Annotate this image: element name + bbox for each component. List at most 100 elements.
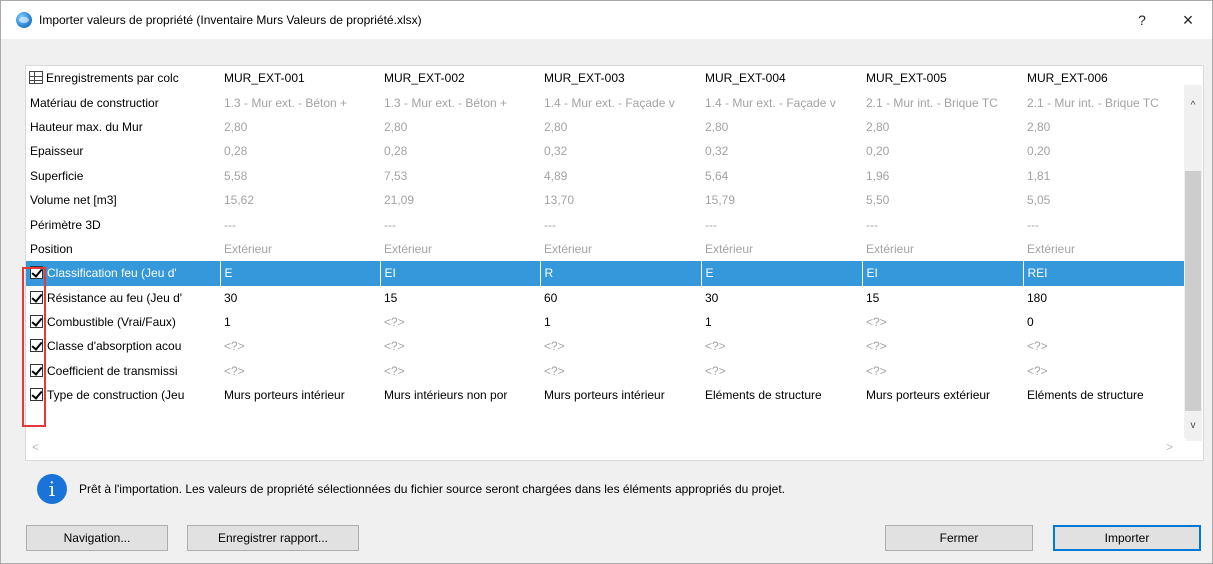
column-header[interactable]: MUR_EXT-002 (380, 66, 540, 91)
property-value[interactable]: Eléments de structure (701, 383, 862, 407)
property-label: Hauteur max. du Mur (30, 119, 143, 134)
property-row: Hauteur max. du Mur 2,80 2,80 2,80 2,80 2,80 2… (26, 115, 1186, 139)
property-label: Coefficient de transmissi (47, 363, 178, 378)
scroll-left-icon[interactable]: < (32, 440, 39, 454)
property-value: 2,80 (1027, 119, 1051, 134)
property-value[interactable]: E (220, 261, 381, 286)
property-value: 0,28 (384, 144, 408, 159)
help-button[interactable]: ? (1131, 9, 1153, 31)
property-value: 2,80 (384, 119, 408, 134)
property-value[interactable]: R (540, 261, 702, 286)
scroll-down-icon[interactable]: v (1188, 421, 1198, 431)
vertical-scrollbar[interactable]: ^ v (1184, 85, 1202, 441)
column-header[interactable]: MUR_EXT-001 (220, 66, 380, 91)
close-window-button[interactable]: × (1177, 9, 1199, 31)
property-value: 4,89 (544, 168, 568, 183)
import-row[interactable]: Type de construction (Jeu Murs porteurs i… (26, 383, 1186, 407)
property-value[interactable]: <?> (862, 334, 1023, 358)
property-value: 0,20 (1027, 144, 1051, 159)
property-value: 0,32 (705, 144, 729, 159)
column-header[interactable]: MUR_EXT-003 (540, 66, 701, 91)
property-label: Position (30, 241, 73, 256)
property-value: Extérieur (866, 241, 915, 256)
property-value[interactable]: E (701, 261, 863, 286)
property-row: Volume net [m3] 15,62 21,09 13,70 15,79 5,50 5… (26, 188, 1186, 212)
property-value[interactable]: <?> (701, 359, 862, 383)
status-message: Prêt à l'importation. Les valeurs de pro… (79, 482, 786, 496)
import-row[interactable]: Résistance au feu (Jeu d' 30 15 60 30 15 180 (26, 286, 1186, 310)
scroll-thumb[interactable] (1185, 171, 1201, 411)
property-value: 0,20 (866, 144, 890, 159)
property-value: 1,96 (866, 168, 890, 183)
property-value: Extérieur (544, 241, 593, 256)
scroll-right-icon[interactable]: > (1166, 440, 1173, 454)
property-value[interactable]: Murs porteurs intérieur (540, 383, 701, 407)
scroll-up-icon[interactable]: ^ (1188, 101, 1198, 111)
property-value[interactable]: 15 (380, 286, 540, 310)
property-value[interactable]: 1 (701, 310, 862, 334)
property-value[interactable]: 0 (1023, 310, 1186, 334)
property-value[interactable]: <?> (220, 359, 380, 383)
property-value[interactable]: <?> (380, 310, 540, 334)
import-row-label[interactable]: Coefficient de transmissi (26, 359, 220, 383)
column-header[interactable]: MUR_EXT-005 (862, 66, 1023, 91)
import-row[interactable]: Classe d'absorption acou <?> <?> <?> <?> <?> <… (26, 334, 1186, 358)
property-value[interactable]: Murs porteurs intérieur (220, 383, 380, 407)
property-value[interactable]: REI (1023, 261, 1186, 286)
import-row-label[interactable]: Classification feu (Jeu d' (26, 261, 221, 286)
property-label: Type de construction (Jeu (47, 388, 185, 403)
property-value[interactable]: Murs intérieurs non por (380, 383, 540, 407)
property-value[interactable]: <?> (862, 310, 1023, 334)
property-value[interactable]: EI (380, 261, 541, 286)
import-button[interactable]: Importer (1053, 525, 1201, 551)
property-value[interactable]: <?> (540, 334, 701, 358)
column-header[interactable]: MUR_EXT-006 (1023, 66, 1186, 91)
property-value[interactable]: <?> (540, 359, 701, 383)
property-row: Superficie 5,58 7,53 4,89 5,64 1,96 1,81 (26, 164, 1186, 188)
import-row-label[interactable]: Classe d'absorption acou (26, 334, 220, 358)
property-value: 2.1 - Mur int. - Brique TC (866, 95, 998, 110)
navigation-button[interactable]: Navigation... (26, 525, 168, 551)
property-grid: Enregistrements par colc MUR_EXT-001 MUR… (25, 65, 1204, 461)
close-button[interactable]: Fermer (885, 525, 1033, 551)
property-value[interactable]: <?> (1023, 334, 1186, 358)
property-value: --- (705, 217, 717, 232)
property-value: --- (224, 217, 236, 232)
import-row-label[interactable]: Résistance au feu (Jeu d' (26, 286, 220, 310)
property-value[interactable]: Eléments de structure (1023, 383, 1186, 407)
property-value[interactable]: <?> (220, 334, 380, 358)
property-value: 1,81 (1027, 168, 1051, 183)
property-row: Epaisseur 0,28 0,28 0,32 0,32 0,20 0,20 (26, 139, 1186, 163)
property-row: Matériau de constructior 1.3 - Mur ext. -… (26, 90, 1186, 114)
property-row: Position Extérieur Extérieur Extérieur Extér… (26, 237, 1186, 261)
save-report-button[interactable]: Enregistrer rapport... (187, 525, 359, 551)
property-label: Classe d'absorption acou (47, 339, 182, 354)
import-row[interactable]: Classification feu (Jeu d' E EI R E EI REI (26, 261, 1186, 286)
property-value[interactable]: 180 (1023, 286, 1186, 310)
header-row: Enregistrements par colc MUR_EXT-001 MUR… (26, 66, 1186, 91)
property-value[interactable]: 15 (862, 286, 1023, 310)
column-header[interactable]: MUR_EXT-004 (701, 66, 862, 91)
property-value[interactable]: 1 (220, 310, 380, 334)
property-value[interactable]: <?> (380, 359, 540, 383)
import-row-label[interactable]: Type de construction (Jeu (26, 383, 220, 407)
property-value[interactable]: 60 (540, 286, 701, 310)
property-value[interactable]: Murs porteurs extérieur (862, 383, 1023, 407)
property-value[interactable]: <?> (1023, 359, 1186, 383)
property-value: 5,05 (1027, 193, 1051, 208)
property-value[interactable]: 30 (701, 286, 862, 310)
property-value[interactable]: <?> (380, 334, 540, 358)
import-row[interactable]: Coefficient de transmissi <?> <?> <?> <?> <?>… (26, 359, 1186, 383)
property-label: Classification feu (Jeu d' (47, 266, 177, 281)
property-value[interactable]: <?> (862, 359, 1023, 383)
property-value[interactable]: 1 (540, 310, 701, 334)
horizontal-scrollbar[interactable]: < > (26, 438, 1186, 456)
property-value[interactable]: 30 (220, 286, 380, 310)
window-title: Importer valeurs de propriété (Inventair… (39, 13, 422, 27)
property-value: 5,58 (224, 168, 248, 183)
property-value[interactable]: EI (862, 261, 1024, 286)
import-row[interactable]: Combustible (Vrai/Faux) 1 <?> 1 1 <?> 0 (26, 310, 1186, 334)
property-value: 1.3 - Mur ext. - Béton + (384, 95, 508, 110)
import-row-label[interactable]: Combustible (Vrai/Faux) (26, 310, 220, 334)
property-value[interactable]: <?> (701, 334, 862, 358)
